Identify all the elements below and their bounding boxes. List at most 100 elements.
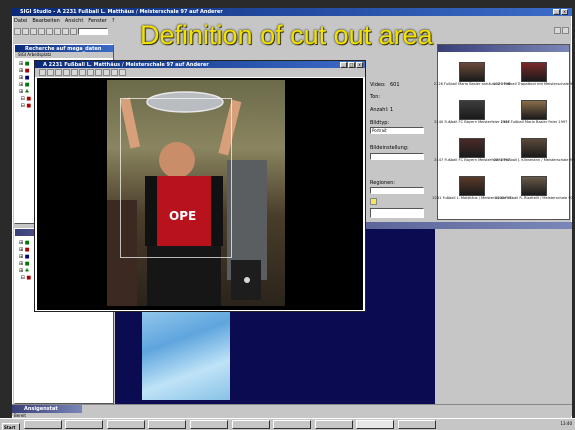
thumbnail-image — [521, 138, 547, 158]
clock: 13:40 — [560, 421, 572, 426]
start-label: Start — [4, 425, 16, 430]
grid-icon[interactable] — [95, 69, 102, 76]
flip-icon[interactable] — [79, 69, 86, 76]
image-window-title-bar: A 2231 Fußball L. Matthäus / Meisterscha… — [35, 61, 365, 68]
overlay-title: Definition of cut out area — [140, 20, 433, 50]
thumbnail-image — [459, 138, 485, 158]
menu-bearbeiten[interactable]: Bearbeiten — [32, 18, 59, 25]
thumbnail-item[interactable]: 2126 Fußball Mario Basler anhäuschl 1996 — [434, 62, 510, 100]
minimize-icon[interactable]: _ — [340, 62, 347, 68]
grid-icon[interactable] — [554, 27, 561, 34]
list-icon[interactable] — [562, 27, 569, 34]
regionen-field[interactable] — [370, 208, 424, 218]
status-bar: Ansigenstat Bereit — [12, 404, 572, 418]
select-icon[interactable] — [63, 69, 70, 76]
thumbnail-panel-title — [438, 45, 569, 52]
bildtyp-select[interactable]: Portrait — [370, 127, 424, 134]
toolbar-combo[interactable] — [78, 28, 108, 35]
thumbnail-caption: 2144 Fußball Mario Basler Feier 1997 — [500, 120, 568, 124]
taskbar: Start 13:40 — [0, 418, 575, 430]
toolbar — [14, 27, 108, 36]
thumbnail-image — [521, 176, 547, 196]
zoom-out-icon[interactable] — [55, 69, 62, 76]
taskbar-item-active[interactable] — [356, 420, 395, 429]
minimized-window[interactable]: Ansigenstat — [12, 405, 82, 413]
thumbnail-image — [459, 176, 485, 196]
sky-image — [142, 300, 230, 400]
cut-out-selection[interactable] — [120, 98, 232, 258]
bildeinstellung-select[interactable] — [370, 153, 424, 160]
anzahl-label: Anzahl: — [370, 107, 389, 113]
preview-gray-strip — [435, 228, 572, 404]
menu-datei[interactable]: Datei — [14, 18, 27, 25]
copy-icon[interactable] — [46, 28, 53, 35]
bildtyp-label: Bildtyp: — [370, 120, 390, 126]
cut-icon[interactable] — [38, 28, 45, 35]
menu-ansicht[interactable]: Ansicht — [65, 18, 83, 25]
taskbar-item[interactable] — [148, 420, 187, 429]
thumbnail-caption: 2140 Fußball FC Bayern Meisterfeier 1997 — [434, 120, 510, 124]
save-icon[interactable] — [30, 28, 37, 35]
tree-window-title-text: Recherche auf mega_daten — [25, 45, 102, 52]
paste-icon[interactable] — [54, 28, 61, 35]
thumbnail-item[interactable]: 2231 Fußball L. Matthäus / Meisterschale… — [432, 176, 512, 214]
taskbar-item[interactable] — [106, 420, 145, 429]
taskbar-item[interactable] — [397, 420, 436, 429]
thumbnail-item[interactable]: 2232 Fußball R. Rizzitelli / Meisterscha… — [495, 176, 573, 214]
thumbnail-item[interactable]: 2147 Fußball FC Bayern Meisterfeier 1997 — [434, 138, 510, 176]
thumbnail-item[interactable]: 2140 Fußball FC Bayern Meisterfeier 1997 — [434, 100, 510, 138]
rotate-icon[interactable] — [71, 69, 78, 76]
tree-window-title: Recherche auf mega_daten — [15, 45, 113, 52]
window-controls: _ x — [553, 9, 568, 15]
menu-bar: Datei Bearbeiten Ansicht Fenster ? — [14, 18, 115, 25]
fit-icon[interactable] — [87, 69, 94, 76]
regionen-label: Regionen: — [370, 180, 396, 186]
minimized-window-label: Ansigenstat — [24, 406, 58, 412]
folder-icon[interactable] — [370, 198, 377, 205]
thumbnail-image — [459, 100, 485, 120]
thumbnail-image — [521, 100, 547, 120]
color-icon[interactable] — [103, 69, 110, 76]
print-icon[interactable] — [62, 28, 69, 35]
taskbar-item[interactable] — [273, 420, 312, 429]
taskbar-item[interactable] — [23, 420, 62, 429]
close-icon[interactable]: x — [561, 9, 568, 15]
bildtyp-value: Portrait — [372, 128, 387, 133]
search-icon[interactable] — [70, 28, 77, 35]
menu-help[interactable]: ? — [112, 18, 115, 25]
maximize-icon[interactable]: □ — [348, 62, 355, 68]
thumbnail-image — [521, 62, 547, 82]
start-button[interactable]: Start — [2, 423, 20, 430]
image-window-title: A 2231 Fußball L. Matthäus / Meisterscha… — [43, 61, 209, 68]
taskbar-item[interactable] — [314, 420, 353, 429]
taskbar-item[interactable] — [65, 420, 104, 429]
zoom-in-icon[interactable] — [47, 69, 54, 76]
thumbnail-item[interactable]: 2144 Fußball Mario Basler Feier 1997 — [501, 100, 567, 138]
crop-icon[interactable] — [39, 69, 46, 76]
close-icon[interactable]: x — [356, 62, 363, 68]
new-icon[interactable] — [14, 28, 21, 35]
video-value: 601 — [390, 82, 400, 88]
app-title-bar: SIGI Studio - A 2231 Fußball L. Matthäus… — [12, 8, 572, 16]
minimize-icon[interactable]: _ — [553, 9, 560, 15]
thumbnail-item[interactable]: 2230 Fußball J. Klinsmann / Meisterschal… — [494, 138, 574, 176]
video-label: Video: — [370, 82, 386, 88]
form-panel: Video: 601 Ton: Anzahl: 1 Bildtyp: Portr… — [366, 80, 432, 220]
thumbnail-item[interactable]: 2129 Fußball Trapattoni mit Meisterschal… — [493, 62, 575, 100]
bildeinstellung-label: Bildeinstellung: — [370, 145, 409, 151]
right-toolbar — [440, 27, 570, 36]
app-title: SIGI Studio - A 2231 Fußball L. Matthäus… — [20, 9, 223, 15]
thumbnail-caption: 2129 Fußball Trapattoni mit Meisterschal… — [493, 82, 575, 86]
brush-icon[interactable] — [111, 69, 118, 76]
open-icon[interactable] — [22, 28, 29, 35]
taskbar-item[interactable] — [231, 420, 270, 429]
thumbnail-caption: 2232 Fußball R. Rizzitelli / Meisterscha… — [495, 196, 573, 200]
menu-fenster[interactable]: Fenster — [88, 18, 107, 25]
taskbar-item[interactable] — [189, 420, 228, 429]
anzahl-value: 1 — [390, 107, 394, 113]
thumbnail-grid: 2126 Fußball Mario Basler anhäuschl 1996… — [432, 62, 575, 220]
ton-label: Ton: — [370, 94, 381, 100]
regionen-select[interactable] — [370, 187, 424, 194]
thumbnail-image — [459, 62, 485, 82]
print-icon[interactable] — [119, 69, 126, 76]
